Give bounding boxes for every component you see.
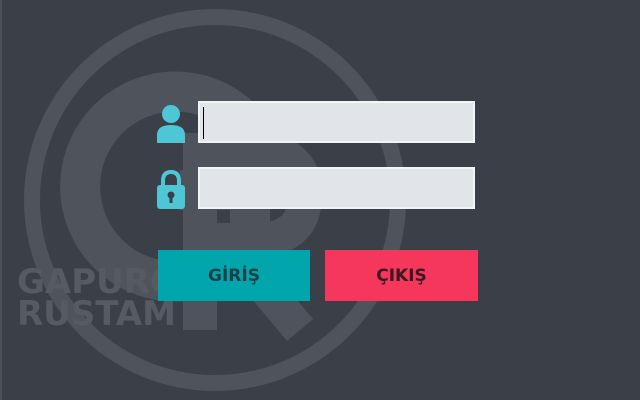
brand-line-2: RUSTAM [17,294,176,334]
lock-icon [157,169,185,209]
user-icon [157,105,185,143]
password-input[interactable] [198,167,475,209]
login-window: GAPURO RUSTAM GİRİŞ ÇIKIŞ [0,0,640,400]
login-button[interactable]: GİRİŞ [158,250,310,301]
exit-button[interactable]: ÇIKIŞ [325,250,478,301]
password-row [155,167,479,211]
username-input[interactable] [198,101,475,143]
text-caret [203,107,204,139]
